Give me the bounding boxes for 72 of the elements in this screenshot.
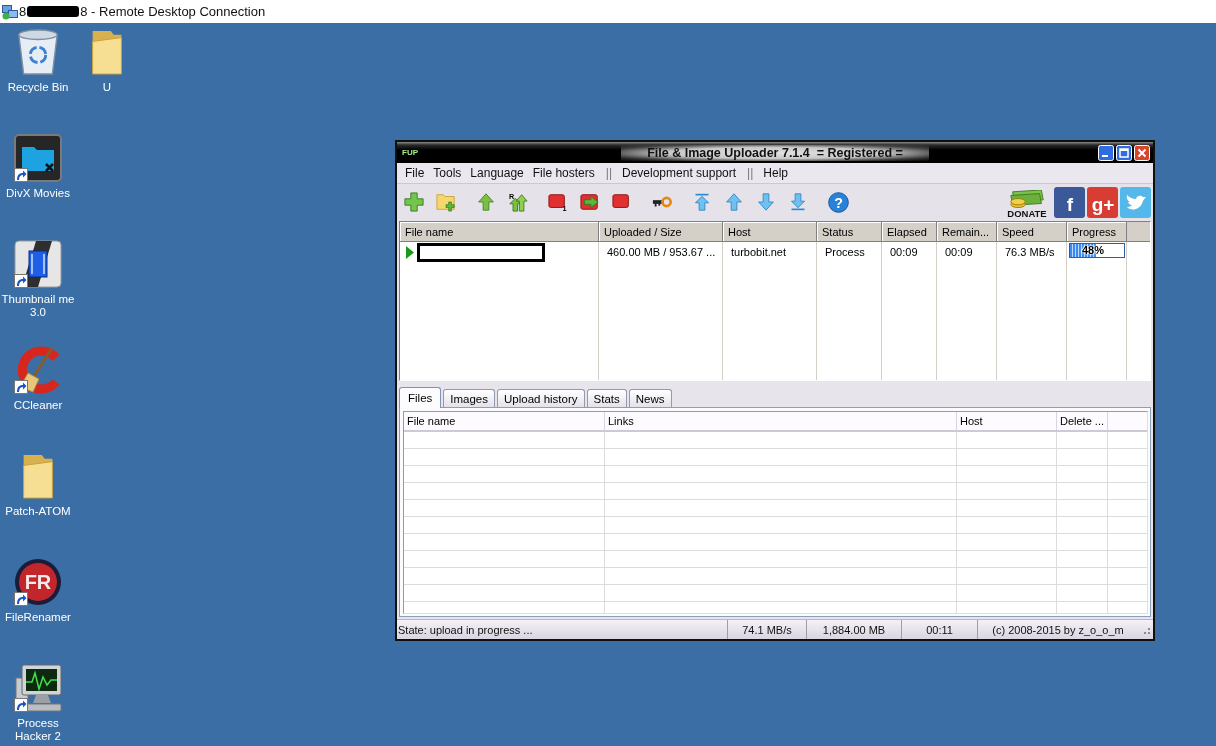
column-header[interactable]: File name: [404, 412, 605, 430]
bird-tile-icon[interactable]: [1120, 186, 1151, 218]
app-logo: FUP: [402, 148, 418, 157]
column-header[interactable]: Delete ...: [1057, 412, 1108, 430]
icon-label[interactable]: Process Hacker 2: [0, 717, 76, 743]
icon-label[interactable]: CCleaner: [13, 399, 63, 412]
column-header[interactable]: Links: [605, 412, 957, 430]
folder-plus-icon[interactable]: [436, 192, 456, 212]
column-header[interactable]: Uploaded / Size: [599, 222, 723, 241]
arrow-top-icon[interactable]: [693, 192, 711, 212]
menu-item[interactable]: File: [401, 166, 429, 180]
icon-label[interactable]: Recycle Bin: [7, 81, 69, 94]
column-header[interactable]: Host: [723, 222, 817, 241]
tab[interactable]: Files: [399, 387, 442, 408]
tab[interactable]: News: [628, 389, 672, 407]
help-icon[interactable]: ?: [827, 191, 849, 213]
icon-label[interactable]: Thumbnail me 3.0: [0, 293, 76, 319]
monitor-icon[interactable]: [14, 664, 62, 712]
table-cell-text: 00:09: [944, 245, 974, 260]
window-title: File & Image Uploader 7.1.4 = Registered =: [621, 144, 929, 161]
folder-icon[interactable]: [22, 453, 54, 499]
status-text: State: upload in progress ...: [397, 622, 534, 638]
icon-label[interactable]: DivX Movies: [6, 187, 70, 200]
menu-item[interactable]: Help: [759, 166, 792, 180]
letter-tile-icon[interactable]: f: [1054, 186, 1085, 218]
table-cell-text: 00:09: [889, 245, 919, 260]
menu-separator: ||: [746, 166, 755, 180]
status-text: 1,884.00 MB: [806, 620, 901, 639]
arrow-bottom-icon[interactable]: [789, 192, 807, 212]
table-cell-text: 460.00 MB / 953.67 ...: [606, 245, 717, 260]
menu-separator: ||: [604, 166, 613, 180]
status-text: (c) 2008-2015 by z_o_o_m: [977, 620, 1138, 639]
close-icon[interactable]: [1134, 144, 1150, 161]
recycle-bin-icon[interactable]: [15, 28, 61, 76]
film-strip-icon[interactable]: [14, 240, 62, 288]
icon-label[interactable]: U: [102, 81, 112, 94]
icon-label[interactable]: Patch-ATOM: [5, 505, 71, 518]
column-header[interactable]: Progress: [1067, 222, 1127, 241]
plus-icon[interactable]: [404, 192, 424, 212]
arrow-down-icon[interactable]: [757, 192, 775, 212]
title-text: 8 - Remote Desktop Connection: [80, 4, 266, 19]
money-icon: [1009, 189, 1045, 208]
title-text: 8: [19, 4, 27, 19]
menu-item[interactable]: Tools: [429, 166, 466, 180]
menu-item[interactable]: Language: [466, 166, 528, 180]
progress-label: 48%: [1081, 244, 1104, 257]
column-header[interactable]: Speed: [997, 222, 1067, 241]
icon-label[interactable]: FileRenamer: [5, 611, 71, 624]
status-text: 74.1 MB/s: [727, 620, 806, 639]
tab[interactable]: Upload history: [497, 389, 585, 407]
arrow-up-icon[interactable]: [477, 192, 495, 212]
monitor-pair-icon: [2, 3, 18, 20]
arrow-up-icon[interactable]: [725, 192, 743, 212]
tab[interactable]: Stats: [586, 389, 627, 407]
letter-tile-icon[interactable]: g+: [1087, 186, 1118, 218]
table-cell-text: 76.3 MB/s: [1004, 245, 1056, 260]
tab[interactable]: Images: [443, 389, 495, 407]
column-header[interactable]: Remain...: [937, 222, 997, 241]
maximize-icon[interactable]: [1116, 144, 1132, 161]
menu-item[interactable]: File hosters: [528, 166, 599, 180]
column-header[interactable]: Host: [957, 412, 1057, 430]
folder-tile-icon[interactable]: [14, 134, 62, 182]
table-cell-text: turbobit.net: [730, 245, 788, 260]
menu-item[interactable]: Development support: [618, 166, 741, 180]
donate-button[interactable]: DONATE: [1002, 185, 1052, 219]
column-header[interactable]: File name: [400, 222, 599, 241]
column-header[interactable]: Elapsed: [882, 222, 937, 241]
table-cell-text: Process: [824, 245, 866, 260]
status-text: 00:11: [901, 620, 977, 639]
folder-icon[interactable]: [91, 29, 123, 75]
minimize-icon[interactable]: [1098, 144, 1114, 161]
column-header[interactable]: Status: [817, 222, 882, 241]
